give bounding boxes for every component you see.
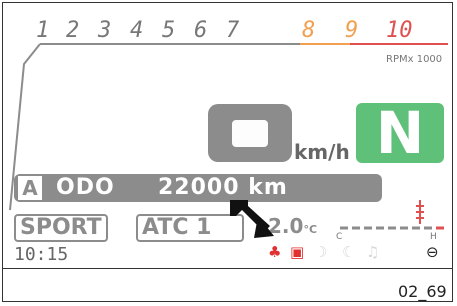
light-icon: ☽ (314, 243, 328, 261)
clock-icon: ⊖ (426, 243, 439, 261)
rpm-tick-8: 8 (302, 18, 316, 43)
pointer-arrow-icon (230, 200, 274, 238)
odometer-label: ODO (56, 175, 115, 200)
gear-indicator: N (356, 103, 444, 163)
temperature-unit: °C (303, 223, 318, 236)
speed-unit: km/h (294, 140, 350, 164)
traction-icon: ▣ (290, 243, 305, 261)
figure-reference: 02_69 (398, 282, 447, 301)
rpm-tick-3: 3 (98, 18, 112, 43)
rpm-tick-9: 9 (345, 18, 359, 43)
rpm-tick-7: 7 (226, 18, 240, 43)
temp-hot-label: H (430, 232, 437, 242)
high-beam-icon: ☾ (342, 243, 356, 261)
speed-value (208, 104, 292, 162)
rpm-tick-6: 6 (194, 18, 208, 43)
rider-icon: ♣ (268, 243, 282, 261)
clock: 10:15 (14, 244, 69, 265)
rpm-tick-5: 5 (162, 18, 176, 43)
temp-cold-label: C (336, 232, 343, 242)
rpm-tick-10: 10 (386, 18, 413, 43)
rpm-tick-1: 1 (36, 18, 50, 43)
riding-mode-badge: SPORT (14, 214, 108, 242)
trip-mode: A (18, 176, 42, 200)
rpm-unit: RPMx 1000 (386, 54, 443, 65)
fog-light-icon: ♫ (366, 243, 380, 261)
rpm-tick-4: 4 (130, 18, 144, 43)
rpm-tick-2: 2 (66, 18, 80, 43)
